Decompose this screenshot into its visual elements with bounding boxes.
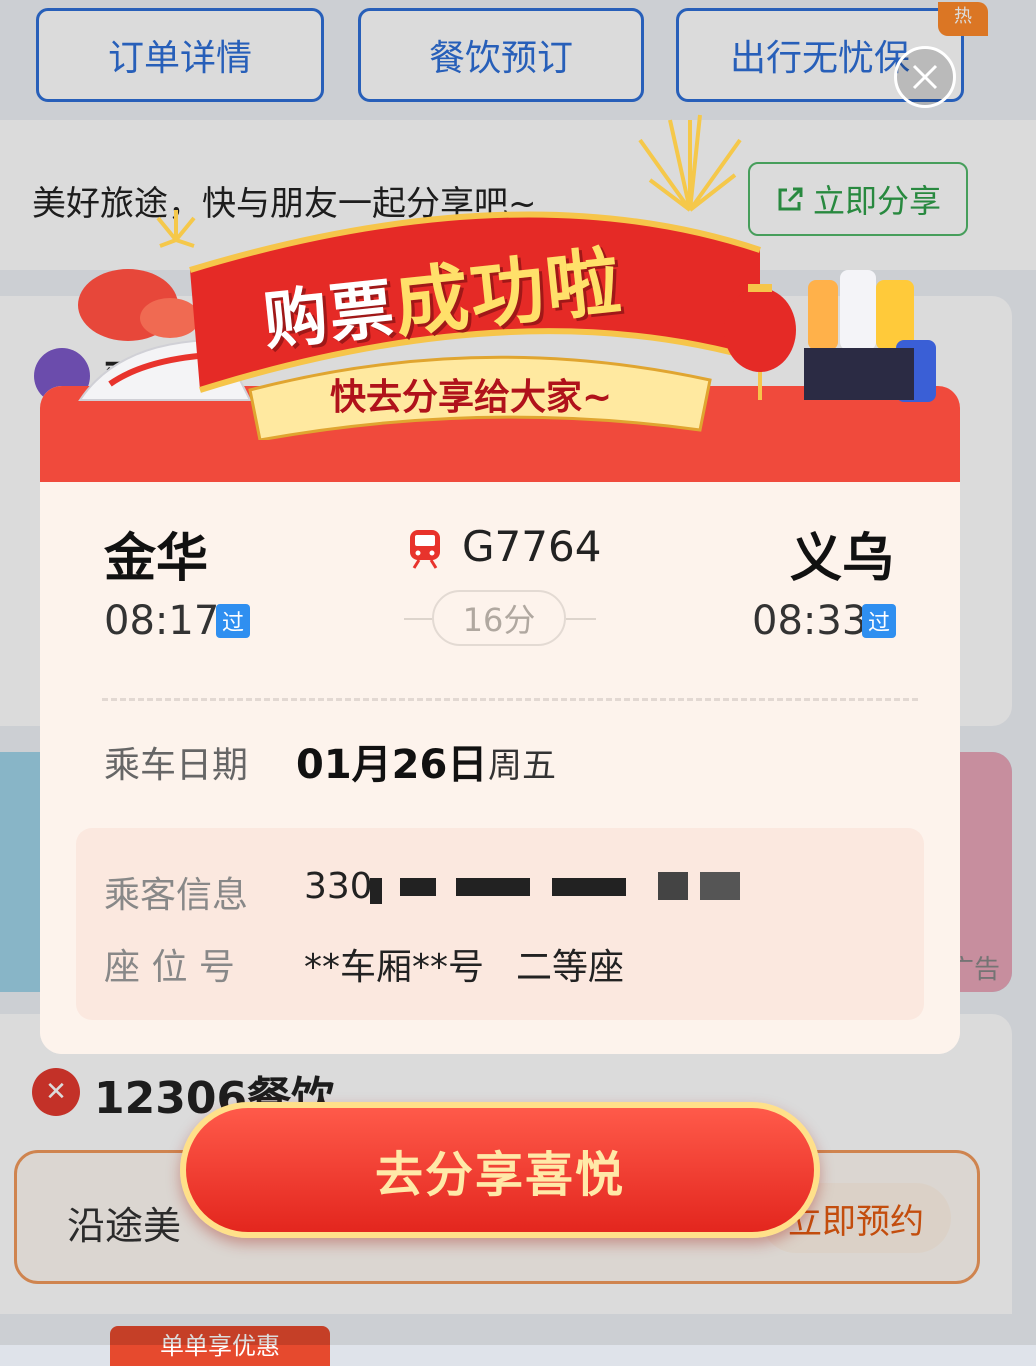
redaction-mark (456, 878, 530, 896)
from-time: 08:17 (104, 598, 220, 644)
seat-number: **车厢**号 (304, 947, 485, 988)
from-station: 金华 (104, 529, 209, 589)
to-pass-tag: 过 (862, 604, 896, 638)
redaction-mark (552, 878, 626, 896)
ticket-success-modal: 金华 08:17 过 G7764 16分 义乌 08:33 过 乘车日期 01月… (40, 386, 960, 1054)
train-icon (410, 530, 440, 569)
banner-title-part2: 成功啦 (390, 238, 627, 348)
passenger-id: 330 (304, 866, 373, 907)
share-joy-button[interactable]: 去分享喜悦 (180, 1102, 820, 1238)
duration-line-left (404, 618, 434, 620)
travel-date: 01月26日 (296, 742, 488, 788)
duration-line-right (566, 618, 596, 620)
train-number: G7764 (462, 522, 602, 571)
redaction-mark (658, 872, 688, 900)
passenger-info-label: 乘客信息 (104, 875, 249, 916)
to-station: 义乌 (790, 529, 895, 589)
travel-date-label: 乘车日期 (104, 745, 249, 786)
seat-label: 座 位 号 (104, 947, 235, 988)
close-icon (912, 64, 938, 90)
redaction-mark (700, 872, 740, 900)
redaction-mark (400, 878, 436, 896)
passenger-info-box: 乘客信息 330 座 位 号 **车厢**号 二等座 (76, 828, 924, 1020)
redaction-mark (370, 878, 382, 904)
banner-subtitle: 快去分享给大家~ (330, 377, 613, 418)
to-time: 08:33 (752, 598, 868, 644)
close-button[interactable] (894, 46, 956, 108)
from-pass-tag: 过 (216, 604, 250, 638)
banner-title-part1: 购票 (260, 272, 400, 360)
dashed-divider (102, 698, 918, 701)
travel-weekday: 周五 (488, 746, 556, 786)
trip-duration: 16分 (432, 590, 566, 646)
seat-class: 二等座 (516, 947, 625, 988)
